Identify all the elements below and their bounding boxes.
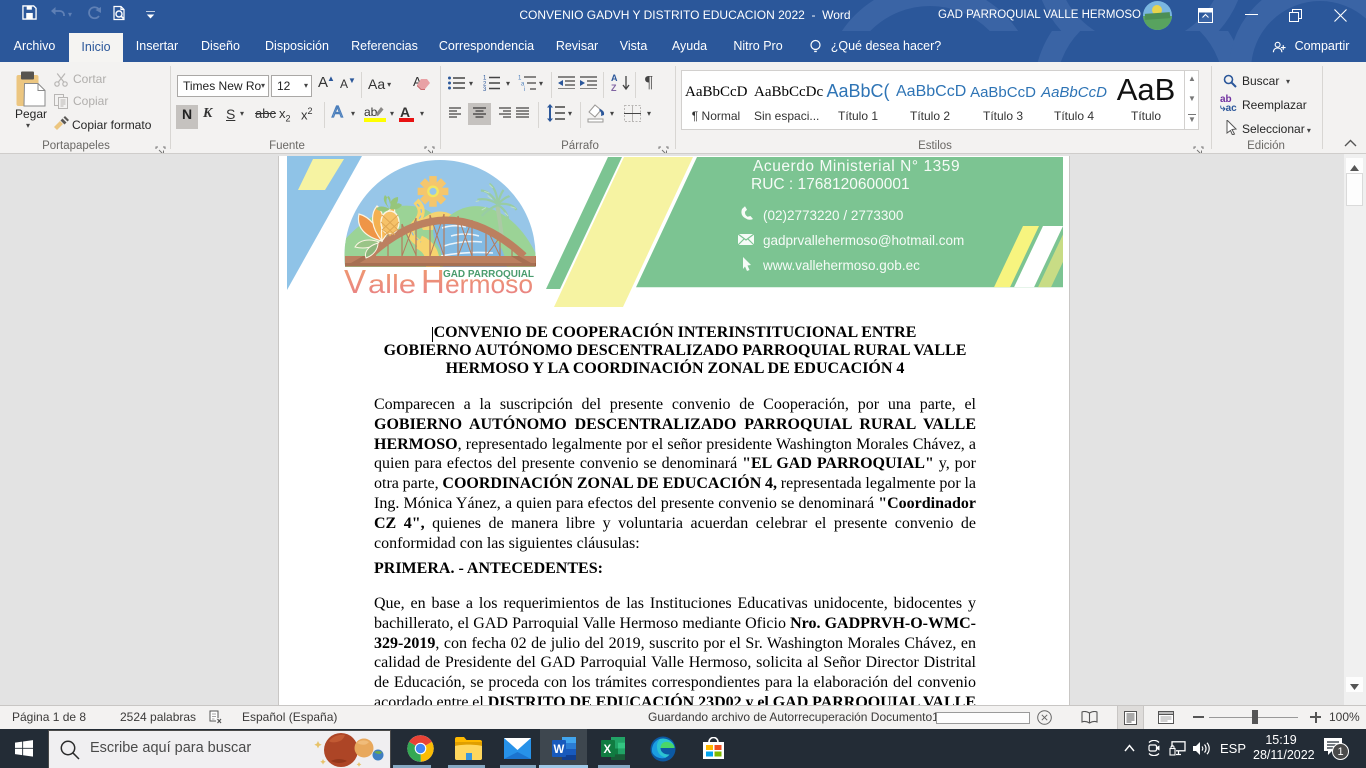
svg-text:V: V: [344, 263, 366, 300]
svg-text:www.vallehermoso.gob.ec: www.vallehermoso.gob.ec: [762, 258, 920, 273]
svg-text:GAD PARROQUIAL: GAD PARROQUIAL: [443, 269, 534, 280]
svg-text:Acuerdo Ministerial N° 1359: Acuerdo Ministerial N° 1359: [753, 158, 960, 175]
svg-text:3: 3: [483, 87, 487, 91]
svg-text:i: i: [524, 87, 525, 91]
svg-text:H: H: [421, 263, 445, 300]
svg-text:RUC : 1768120600001: RUC : 1768120600001: [751, 176, 910, 193]
svg-text:alle: alle: [368, 269, 416, 299]
svg-text:(02)2773220 / 2773300: (02)2773220 / 2773300: [763, 208, 903, 223]
svg-text:W: W: [554, 744, 565, 756]
svg-text:gadprvallehermoso@hotmail.com: gadprvallehermoso@hotmail.com: [763, 233, 964, 248]
svg-text:X: X: [604, 744, 612, 756]
